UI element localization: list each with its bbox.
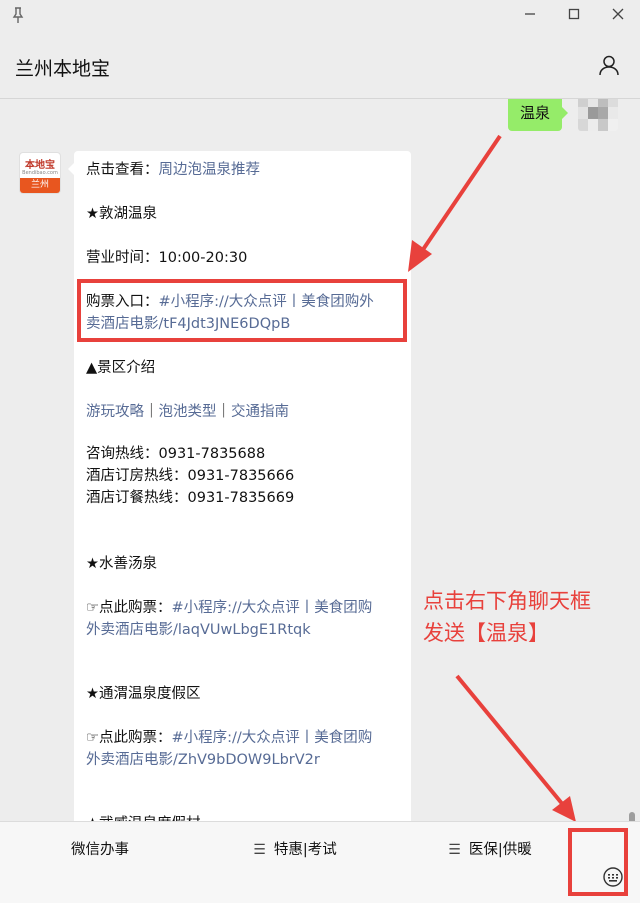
menu-medical-heating[interactable]: ☰ 医保|供暖 (425, 822, 555, 878)
menu-list-icon: ☰ (448, 842, 461, 858)
arrow-to-ticket (418, 134, 502, 256)
menu-label: 医保|供暖 (468, 842, 532, 858)
menu-deals-exams[interactable]: ☰ 特惠|考试 (230, 822, 360, 878)
bottom-menu-bar: 微信办事 ☰ 特惠|考试 ☰ 医保|供暖 (0, 821, 640, 903)
arrow-to-keyboard (455, 674, 566, 808)
keyboard-highlight-box (568, 828, 628, 896)
menu-wechat-service[interactable]: 微信办事 (40, 822, 160, 878)
arrow-head-keyboard (552, 796, 576, 822)
menu-list-icon: ☰ (253, 842, 266, 858)
menu-label: 特惠|考试 (273, 842, 337, 858)
annotation-arrows (408, 134, 576, 822)
menu-label: 微信办事 (71, 842, 129, 858)
